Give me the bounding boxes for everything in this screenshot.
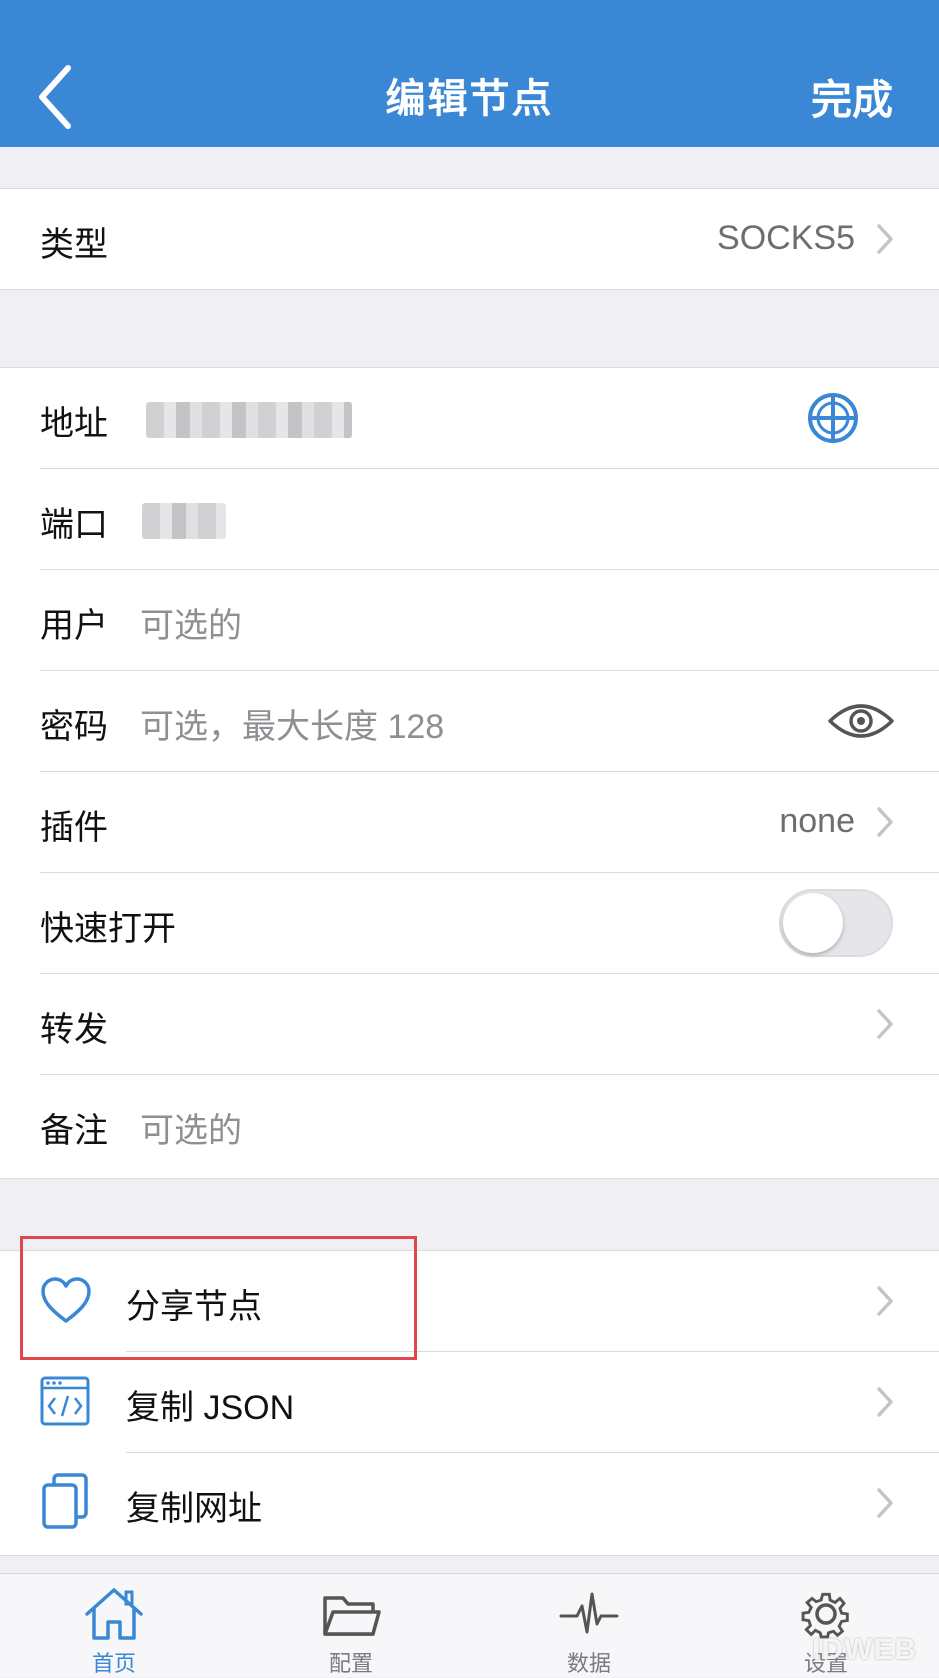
- tab-bar: 首页 配置 数据 设置 IDWEB: [0, 1573, 939, 1677]
- tab-config[interactable]: 配置: [291, 1574, 411, 1677]
- watermark: IDWEB: [812, 1633, 917, 1666]
- tab-data-label: 数据: [566, 1651, 611, 1676]
- address-row: 地址: [0, 368, 939, 468]
- port-label: 端口: [40, 506, 108, 544]
- toggle-knob: [783, 893, 843, 953]
- copy-icon: [42, 1473, 88, 1529]
- tab-home[interactable]: 首页: [54, 1574, 174, 1677]
- type-group: 类型 SOCKS5: [0, 188, 939, 290]
- type-label: 类型: [40, 226, 108, 264]
- plugin-label: 插件: [40, 809, 108, 847]
- server-group: 地址 端口 用户 可选的 密码 可选，最大长度 128 插件 none 快速打开…: [0, 367, 939, 1179]
- password-row: 密码 可选，最大长度 128: [0, 671, 939, 771]
- type-row[interactable]: 类型 SOCKS5: [0, 189, 939, 289]
- fast-open-label: 快速打开: [40, 910, 176, 948]
- forward-label: 转发: [40, 1011, 108, 1049]
- chevron-right-icon: [877, 1488, 893, 1518]
- port-row: 端口: [0, 469, 939, 569]
- user-label: 用户: [40, 607, 108, 645]
- address-input[interactable]: [146, 402, 352, 438]
- address-label: 地址: [40, 405, 108, 443]
- pulse-icon: [559, 1592, 619, 1634]
- port-input[interactable]: [142, 503, 226, 539]
- copy-url-row[interactable]: 复制网址: [0, 1453, 939, 1553]
- chevron-right-icon: [877, 1286, 893, 1316]
- note-input[interactable]: 可选的: [140, 1103, 242, 1152]
- nav-bar: 编辑节点 完成: [0, 0, 939, 147]
- chevron-right-icon: [877, 807, 893, 837]
- tab-home-label: 首页: [91, 1651, 136, 1676]
- chevron-right-icon: [877, 1387, 893, 1417]
- fast-open-row: 快速打开: [0, 873, 939, 973]
- plugin-value: none: [779, 802, 855, 840]
- type-value: SOCKS5: [717, 219, 855, 257]
- heart-icon: [41, 1277, 91, 1323]
- chevron-right-icon: [877, 1009, 893, 1039]
- copy-json-label: 复制 JSON: [126, 1389, 295, 1427]
- eye-icon[interactable]: [827, 699, 895, 743]
- page-title: 编辑节点: [385, 77, 554, 121]
- user-input[interactable]: 可选的: [140, 598, 242, 647]
- copy-json-row[interactable]: 复制 JSON: [0, 1352, 939, 1452]
- password-label: 密码: [40, 708, 108, 746]
- folder-icon: [323, 1596, 381, 1636]
- share-node-label: 分享节点: [126, 1288, 262, 1326]
- plugin-row[interactable]: 插件 none: [0, 772, 939, 872]
- tab-config-label: 配置: [328, 1651, 373, 1676]
- note-row: 备注 可选的: [0, 1075, 939, 1175]
- user-row: 用户 可选的: [0, 570, 939, 670]
- password-input[interactable]: 可选，最大长度 128: [140, 699, 444, 748]
- home-icon: [85, 1588, 143, 1640]
- globe-icon[interactable]: [807, 392, 859, 444]
- tab-data[interactable]: 数据: [529, 1574, 649, 1677]
- note-label: 备注: [40, 1112, 108, 1150]
- actions-group: 分享节点 复制 JSON 复制网址: [0, 1250, 939, 1556]
- copy-url-label: 复制网址: [126, 1490, 262, 1528]
- code-window-icon: [40, 1376, 90, 1426]
- forward-row[interactable]: 转发: [0, 974, 939, 1074]
- done-button[interactable]: 完成: [811, 66, 893, 126]
- chevron-right-icon: [877, 224, 893, 254]
- fast-open-toggle[interactable]: [779, 889, 893, 957]
- share-node-row[interactable]: 分享节点: [0, 1251, 939, 1351]
